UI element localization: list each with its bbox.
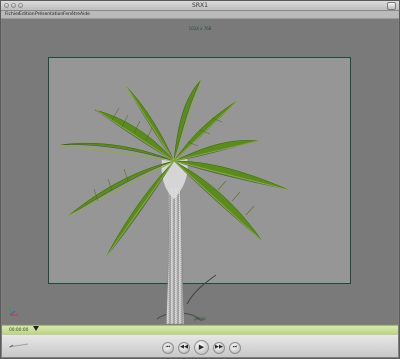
go-to-end-icon: ⏭	[232, 344, 238, 351]
step-forward-icon: ▶▶	[215, 344, 223, 351]
menu-fenetre[interactable]: Fenêtre	[63, 11, 80, 18]
menu-fichier[interactable]: Fichier	[5, 11, 20, 18]
go-to-end-button[interactable]: ⏭	[229, 342, 241, 354]
step-forward-button[interactable]: ▶▶	[213, 342, 225, 354]
title-bar: SRX1	[1, 1, 399, 11]
menu-aide[interactable]: Aide	[80, 11, 90, 18]
viewport[interactable]: 1024 x 768 persp	[2, 19, 398, 324]
playhead-icon[interactable]	[33, 326, 39, 331]
play-icon: ▶	[198, 343, 205, 351]
timecode: 00:00:00	[9, 328, 29, 333]
menu-edition[interactable]: Edition	[19, 11, 35, 18]
window-title: SRX1	[192, 2, 208, 9]
step-back-icon: ◀◀	[180, 344, 188, 351]
palm-tree-render	[59, 79, 290, 324]
go-to-start-icon: ⏮	[165, 344, 171, 351]
menu-bar: Fichier Edition Présentation Fenêtre Aid…	[1, 11, 399, 19]
step-back-button[interactable]: ◀◀	[178, 342, 190, 354]
volume-slider[interactable]	[8, 343, 29, 348]
camera-label: persp	[194, 316, 206, 321]
play-button[interactable]: ▶	[194, 340, 209, 355]
go-to-start-button[interactable]: ⏮	[162, 342, 174, 354]
toolbar-toggle-icon[interactable]	[387, 2, 396, 10]
menu-presentation[interactable]: Présentation	[35, 11, 63, 18]
app-window: SRX1 Fichier Edition Présentation Fenêtr…	[0, 0, 400, 359]
transport-controls: ⏮ ◀◀ ▶ ▶▶ ⏭	[2, 335, 398, 357]
